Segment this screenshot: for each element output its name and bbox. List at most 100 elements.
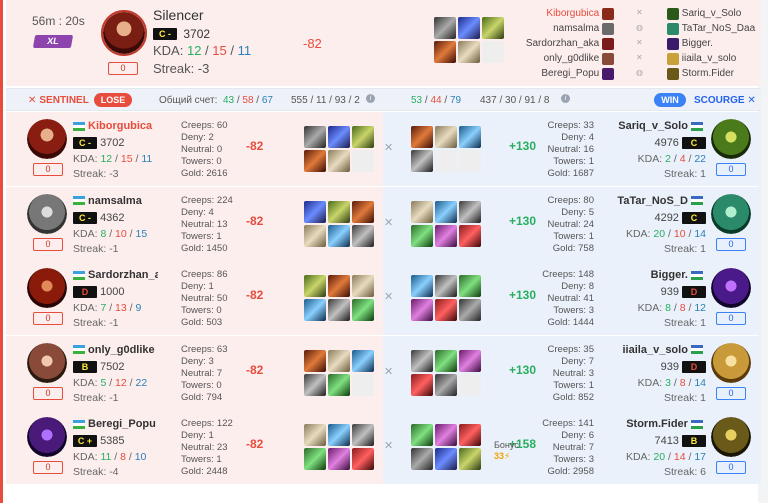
player-name[interactable]: Sariq_v_Solo	[606, 120, 706, 132]
item-icon[interactable]	[411, 424, 433, 446]
item-icon[interactable]	[411, 150, 433, 172]
hero-avatar[interactable]	[711, 342, 751, 383]
player-name[interactable]: iiaila_v_solo	[606, 344, 706, 356]
player-name[interactable]: Kiborgubica	[73, 120, 158, 132]
roster-item[interactable]: Sariq_v_Solo	[667, 6, 763, 21]
item-icon[interactable]	[352, 275, 374, 297]
item-icon[interactable]	[459, 275, 481, 297]
item-icon[interactable]	[411, 224, 433, 247]
item-icon[interactable]	[435, 275, 457, 297]
item-icon[interactable]	[435, 200, 457, 223]
xl-badge: XL	[32, 35, 74, 48]
info-icon[interactable]: i	[561, 94, 570, 103]
item-icon[interactable]	[352, 299, 374, 321]
roster-item[interactable]: only_g0dlike	[511, 51, 614, 66]
item-icon[interactable]	[434, 41, 456, 63]
item-icon[interactable]	[304, 424, 326, 446]
item-icon[interactable]	[435, 349, 457, 372]
item-icon[interactable]	[328, 150, 350, 172]
hero-avatar[interactable]	[27, 193, 67, 234]
item-icon[interactable]	[411, 373, 433, 396]
roster-item[interactable]: Sardorzhan_aka	[511, 36, 614, 51]
item-icon[interactable]	[435, 224, 457, 247]
item-icon[interactable]	[411, 448, 433, 470]
swap-icon[interactable]: ✕	[384, 216, 393, 229]
player-name[interactable]: namsalma	[73, 195, 158, 207]
item-icon[interactable]	[328, 424, 350, 446]
item-icon[interactable]	[304, 150, 326, 172]
player-name[interactable]: Sardorzhan_a	[73, 269, 158, 281]
item-icon[interactable]	[411, 299, 433, 321]
item-icon[interactable]	[434, 17, 456, 39]
player-hero-avatar[interactable]	[101, 10, 147, 56]
roster-item[interactable]: iiaila_v_solo	[667, 51, 763, 66]
roster-item[interactable]: Bigger.	[667, 36, 763, 51]
hero-avatar[interactable]	[711, 268, 751, 308]
item-icon[interactable]	[352, 448, 374, 470]
item-icon[interactable]	[304, 299, 326, 321]
item-icon[interactable]	[459, 448, 481, 470]
item-icon[interactable]	[435, 448, 457, 470]
info-icon[interactable]: i	[366, 94, 375, 103]
hero-avatar[interactable]	[711, 417, 751, 457]
item-icon[interactable]	[482, 17, 504, 39]
hero-avatar[interactable]	[27, 342, 67, 383]
roster-item[interactable]: namsalma	[511, 21, 614, 36]
item-icon[interactable]	[459, 126, 481, 148]
swap-icon[interactable]: ✕	[384, 365, 393, 378]
hero-avatar[interactable]	[711, 119, 751, 159]
item-icon[interactable]	[411, 200, 433, 223]
item-icon[interactable]	[352, 200, 374, 223]
roster-item[interactable]: Storm.Fider	[667, 66, 763, 81]
item-icon[interactable]	[458, 41, 480, 63]
item-icon[interactable]	[459, 424, 481, 446]
item-icon[interactable]	[411, 126, 433, 148]
item-icon[interactable]	[328, 299, 350, 321]
item-icon[interactable]	[352, 349, 374, 372]
player-name[interactable]: Bigger.	[606, 269, 706, 281]
item-icon[interactable]	[435, 299, 457, 321]
item-icon[interactable]	[459, 224, 481, 247]
item-icon[interactable]	[459, 200, 481, 223]
item-icon[interactable]	[435, 424, 457, 446]
swap-icon[interactable]: ✕	[384, 141, 393, 154]
item-icon[interactable]	[304, 373, 326, 396]
item-icon[interactable]	[304, 275, 326, 297]
item-icon[interactable]	[304, 349, 326, 372]
item-icon[interactable]	[328, 275, 350, 297]
item-icon[interactable]	[328, 448, 350, 470]
item-icon[interactable]	[459, 349, 481, 372]
item-icon[interactable]	[304, 224, 326, 247]
item-icon[interactable]	[304, 200, 326, 223]
item-icon[interactable]	[304, 126, 326, 148]
rank-badge: C -	[73, 211, 97, 224]
item-icon[interactable]	[328, 224, 350, 247]
player-name[interactable]: TaTar_NoS_D	[606, 195, 706, 207]
hero-avatar[interactable]	[27, 417, 67, 457]
roster-item[interactable]: Beregi_Popu	[511, 66, 614, 81]
item-icon[interactable]	[352, 126, 374, 148]
item-icon[interactable]	[411, 275, 433, 297]
item-icon[interactable]	[458, 17, 480, 39]
item-icon[interactable]	[435, 126, 457, 148]
item-icon[interactable]	[328, 126, 350, 148]
hero-avatar[interactable]	[27, 119, 67, 159]
swap-icon[interactable]: ✕	[384, 439, 393, 452]
swap-icon[interactable]: ✕	[384, 290, 393, 303]
item-icon[interactable]	[352, 424, 374, 446]
item-icon[interactable]	[328, 200, 350, 223]
item-icon[interactable]	[435, 373, 457, 396]
player-name[interactable]: Storm.Fider	[606, 418, 706, 430]
player-name[interactable]: Beregi_Popu	[73, 418, 158, 430]
hero-avatar[interactable]	[711, 193, 751, 234]
roster-item[interactable]: TaTar_NoS_Daa	[667, 21, 763, 36]
item-icon[interactable]	[328, 373, 350, 396]
item-icon[interactable]	[304, 448, 326, 470]
item-icon[interactable]	[459, 299, 481, 321]
item-icon[interactable]	[328, 349, 350, 372]
roster-item[interactable]: Kiborgubica	[511, 6, 614, 21]
item-icon[interactable]	[352, 224, 374, 247]
hero-avatar[interactable]	[27, 268, 67, 308]
player-name[interactable]: only_g0dlike	[73, 344, 158, 356]
item-icon[interactable]	[411, 349, 433, 372]
